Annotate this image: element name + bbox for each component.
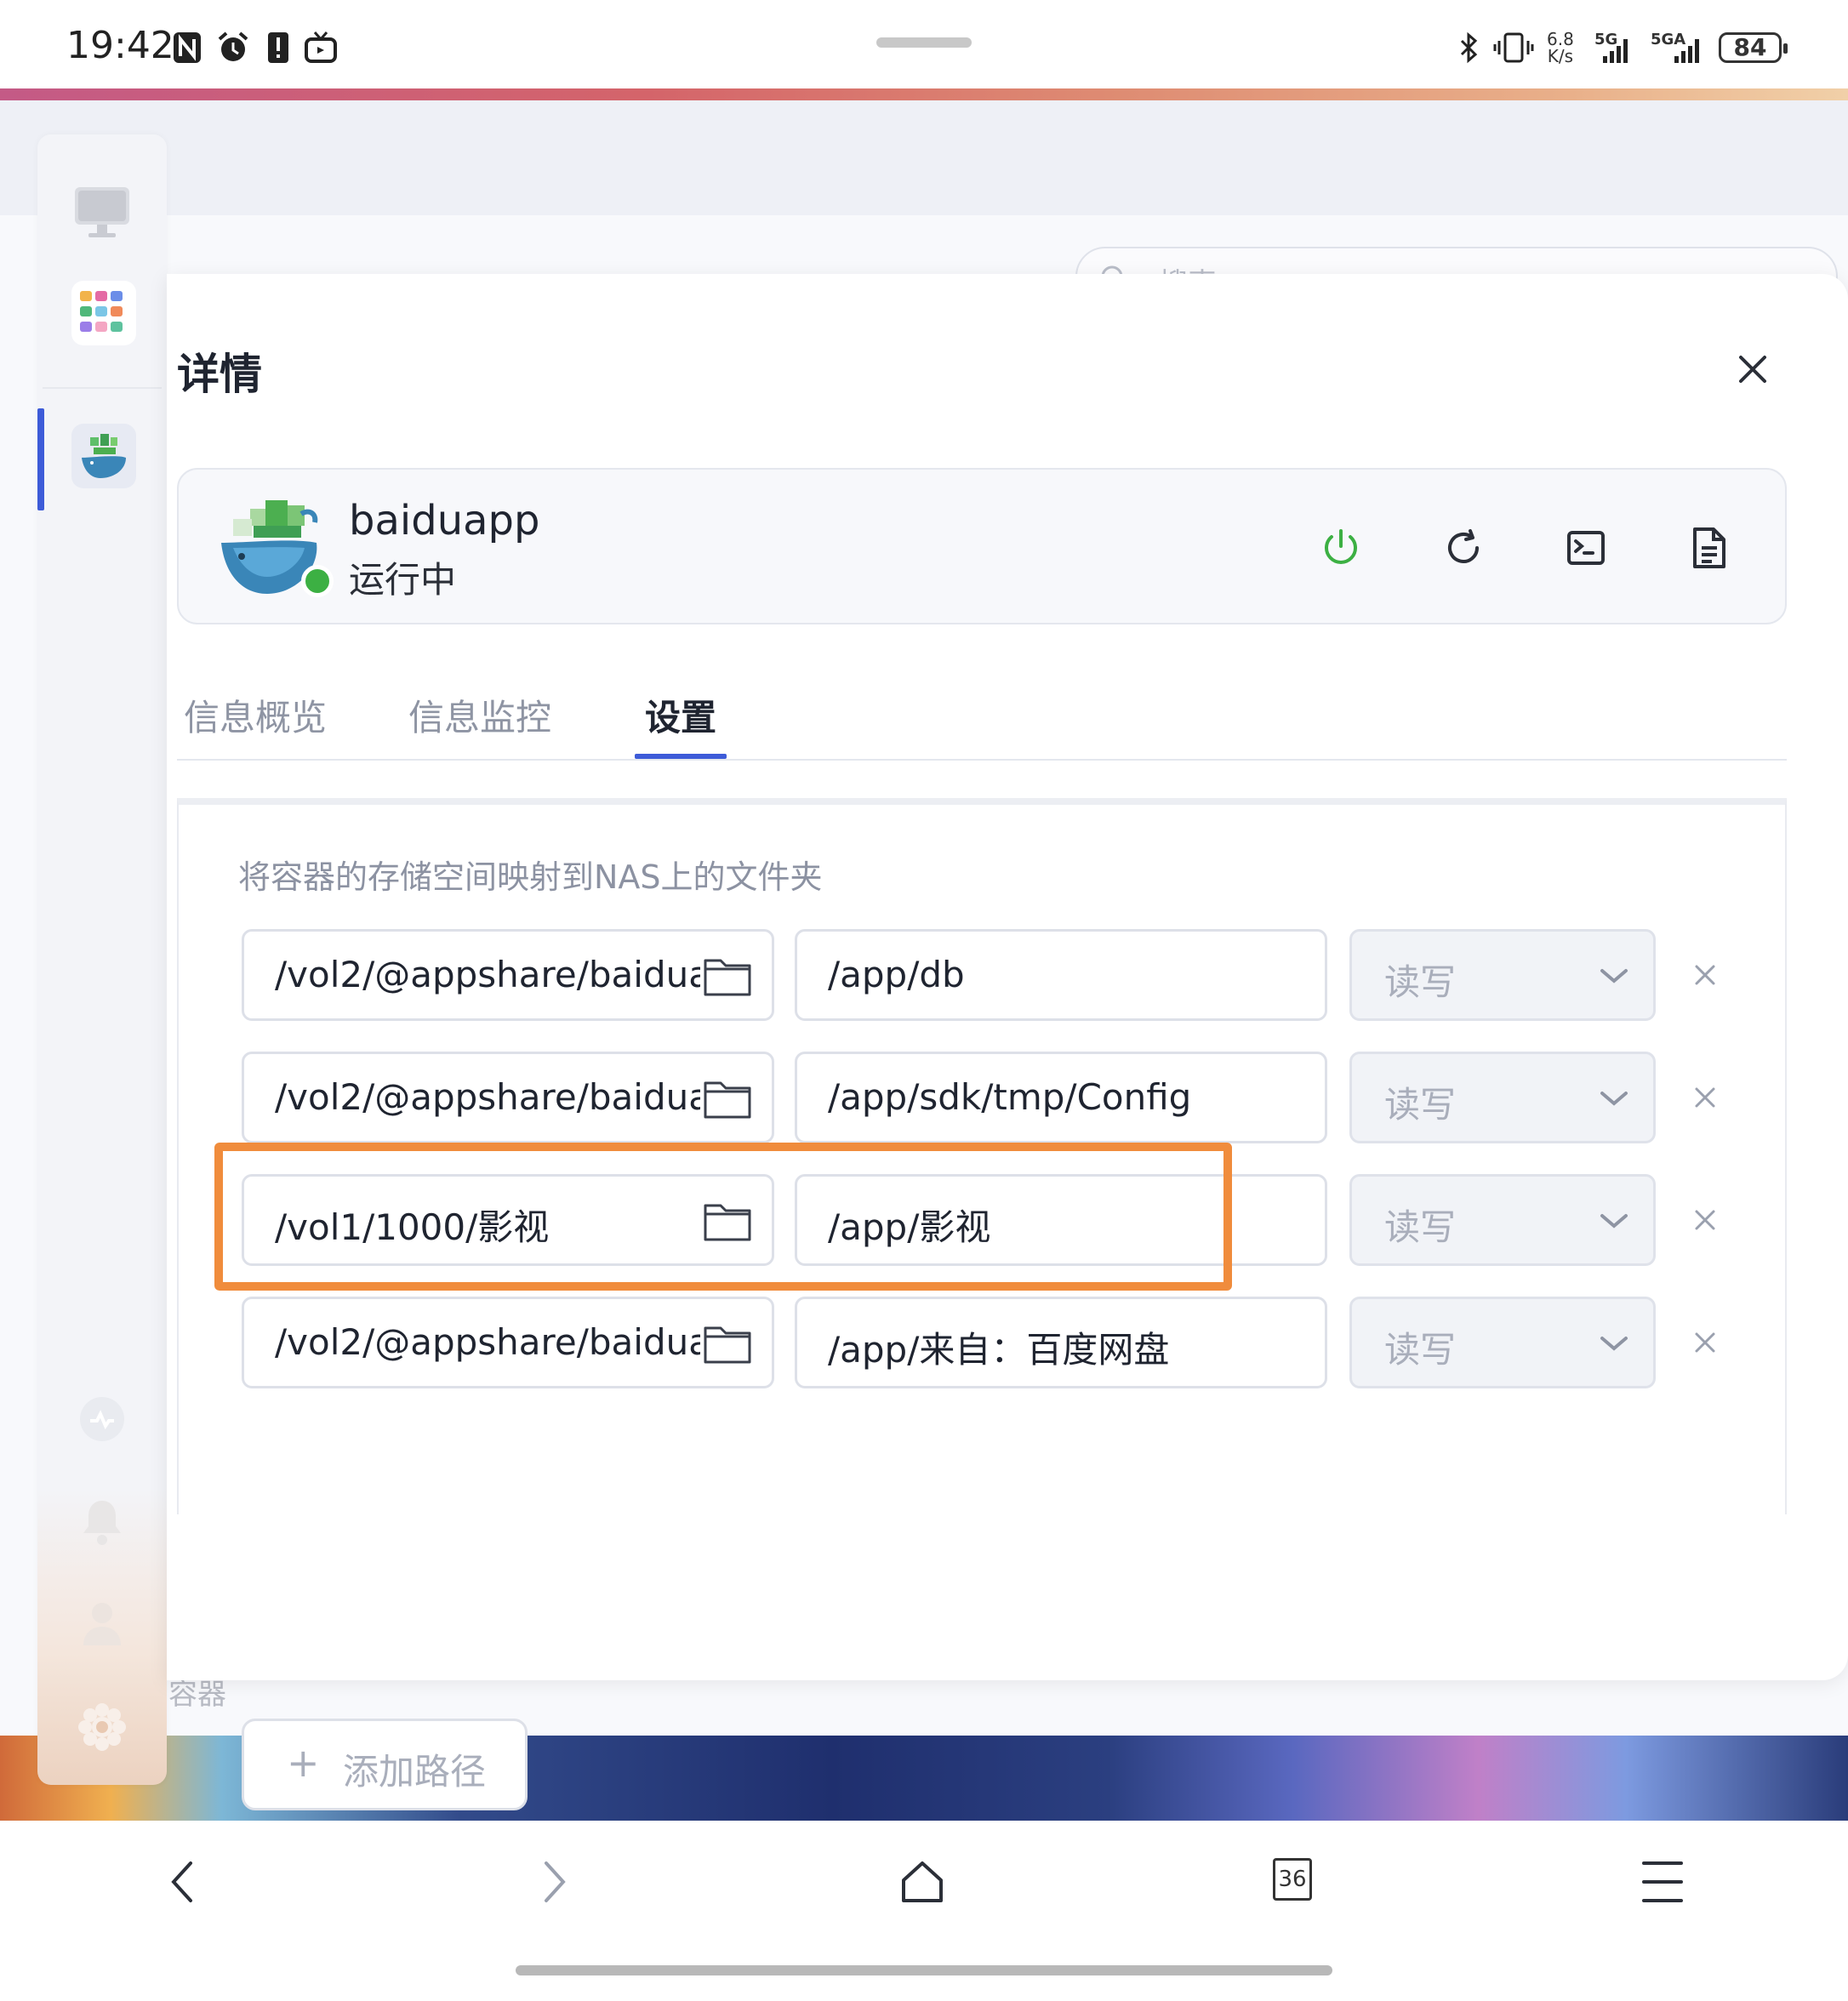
app-status: 运行中 (349, 559, 457, 601)
tab-overview[interactable]: 信息概览 (184, 689, 327, 741)
remove-mapping-button[interactable] (1688, 1325, 1722, 1360)
terminal-button[interactable] (1560, 522, 1611, 573)
modal-title: 详情 (177, 350, 262, 399)
mapping-hint: 将容器的存储空间映射到NAS上的文件夹 (238, 858, 823, 896)
tab-settings[interactable]: 设置 (645, 689, 716, 741)
resource-monitor-icon[interactable] (78, 1395, 126, 1443)
folder-icon[interactable] (702, 954, 753, 998)
net-speed-unit: K/s (1547, 46, 1574, 66)
window-drag-handle[interactable] (876, 37, 972, 48)
active-tab-underline (635, 754, 727, 759)
tv-icon (305, 31, 337, 63)
permission-select[interactable]: 读写 (1349, 1297, 1656, 1388)
add-path-button[interactable]: + 添加路径 (242, 1719, 528, 1810)
chevron-down-icon (1600, 1214, 1628, 1229)
container-path-value: /app/db (828, 954, 965, 995)
bluetooth-icon (1460, 31, 1478, 64)
app-header-area (0, 100, 1848, 215)
nfc-icon (174, 32, 201, 63)
folder-icon[interactable] (702, 1321, 753, 1365)
container-path-input[interactable]: /app/来自：百度网盘 (795, 1297, 1327, 1388)
folder-icon[interactable] (702, 1076, 753, 1120)
permission-value: 读写 (1384, 1206, 1457, 1248)
host-path-value: /vol2/@appshare/baiduapp (275, 1321, 700, 1363)
battery-indicator: 84 (1719, 32, 1788, 63)
permission-value: 读写 (1384, 1084, 1457, 1126)
sidebar-active-indicator (37, 408, 44, 510)
tab-bar: 信息概览 信息监控 设置 (177, 674, 1787, 761)
sidebar-divider (43, 387, 162, 389)
permission-select[interactable]: 读写 (1349, 929, 1656, 1021)
container-path-value: /app/sdk/tmp/Config (828, 1076, 1192, 1118)
logs-button[interactable] (1683, 522, 1734, 573)
alarm-icon (218, 31, 248, 61)
container-path-value: /app/来自：百度网盘 (828, 1329, 1170, 1371)
net-speed-value: 6.8 (1547, 29, 1574, 49)
host-path-value: /vol2/@appshare/baiduapp (275, 1076, 700, 1118)
mapping-row: /vol2/@appshare/baiduapp /app/sdk/tmp/Co… (242, 1052, 1715, 1143)
status-bar: 19:42 6.8 K/s 5G 5GA 84 (0, 0, 1848, 92)
app-name: baiduapp (349, 497, 540, 544)
home-icon[interactable] (898, 1858, 946, 1906)
permission-value: 读写 (1384, 1329, 1457, 1371)
user-icon[interactable] (80, 1599, 124, 1647)
forward-arrow-icon[interactable] (539, 1858, 570, 1906)
container-path-input[interactable]: /app/sdk/tmp/Config (795, 1052, 1327, 1143)
back-arrow-icon[interactable] (167, 1858, 197, 1906)
signal2-icon (1674, 39, 1699, 63)
plus-icon: + (287, 1740, 320, 1786)
chevron-down-icon (1600, 1092, 1628, 1106)
add-path-label: 添加路径 (343, 1751, 487, 1793)
notification-bell-icon[interactable] (80, 1497, 124, 1547)
remove-mapping-button[interactable] (1688, 1203, 1722, 1237)
tab-count-button[interactable]: 36 (1273, 1858, 1312, 1901)
chevron-down-icon (1600, 1337, 1628, 1351)
permission-select[interactable]: 读写 (1349, 1052, 1656, 1143)
settings-gear-icon[interactable] (77, 1702, 128, 1753)
desktop-monitor-icon[interactable] (71, 184, 133, 243)
network-speed: 6.8 K/s (1547, 31, 1574, 65)
host-path-input[interactable]: /vol2/@appshare/baiduapp (242, 929, 774, 1021)
container-path-input[interactable]: /app/db (795, 929, 1327, 1021)
close-button[interactable] (1732, 349, 1773, 390)
mapping-row: /vol2/@appshare/baiduapp /app/来自：百度网盘 读写 (242, 1297, 1715, 1388)
details-modal: 详情 baiduapp 运行中 信息概览 信息监控 设置 将容器的存储空间映射到… (167, 274, 1848, 1810)
remove-mapping-button[interactable] (1688, 958, 1722, 992)
docker-whale-icon[interactable] (71, 424, 136, 488)
running-status-dot (301, 565, 334, 597)
permission-value: 读写 (1384, 961, 1457, 1003)
vibrate-icon (1493, 32, 1534, 63)
app-summary-card: baiduapp 运行中 (177, 468, 1787, 624)
restart-button[interactable] (1438, 522, 1489, 573)
app-center-icon[interactable] (71, 281, 136, 345)
signal1-icon (1603, 39, 1628, 63)
permission-select[interactable]: 读写 (1349, 1174, 1656, 1266)
remove-mapping-button[interactable] (1688, 1080, 1722, 1115)
status-time: 19:42 (66, 24, 174, 67)
chevron-down-icon (1600, 969, 1628, 983)
home-indicator[interactable] (516, 1965, 1332, 1975)
window-top-strip (0, 88, 1848, 100)
host-path-input[interactable]: /vol2/@appshare/baiduapp (242, 1297, 774, 1388)
menu-icon[interactable] (1640, 1858, 1685, 1906)
browser-toolbar: 36 (0, 1821, 1848, 1945)
tab-monitor[interactable]: 信息监控 (408, 689, 551, 741)
alert-icon (268, 32, 288, 63)
annotation-highlight-box (214, 1143, 1232, 1291)
host-path-input[interactable]: /vol2/@appshare/baiduapp (242, 1052, 774, 1143)
power-button[interactable] (1315, 522, 1366, 573)
host-path-value: /vol2/@appshare/baiduapp (275, 954, 700, 995)
mapping-row: /vol2/@appshare/baiduapp /app/db 读写 (242, 929, 1715, 1021)
